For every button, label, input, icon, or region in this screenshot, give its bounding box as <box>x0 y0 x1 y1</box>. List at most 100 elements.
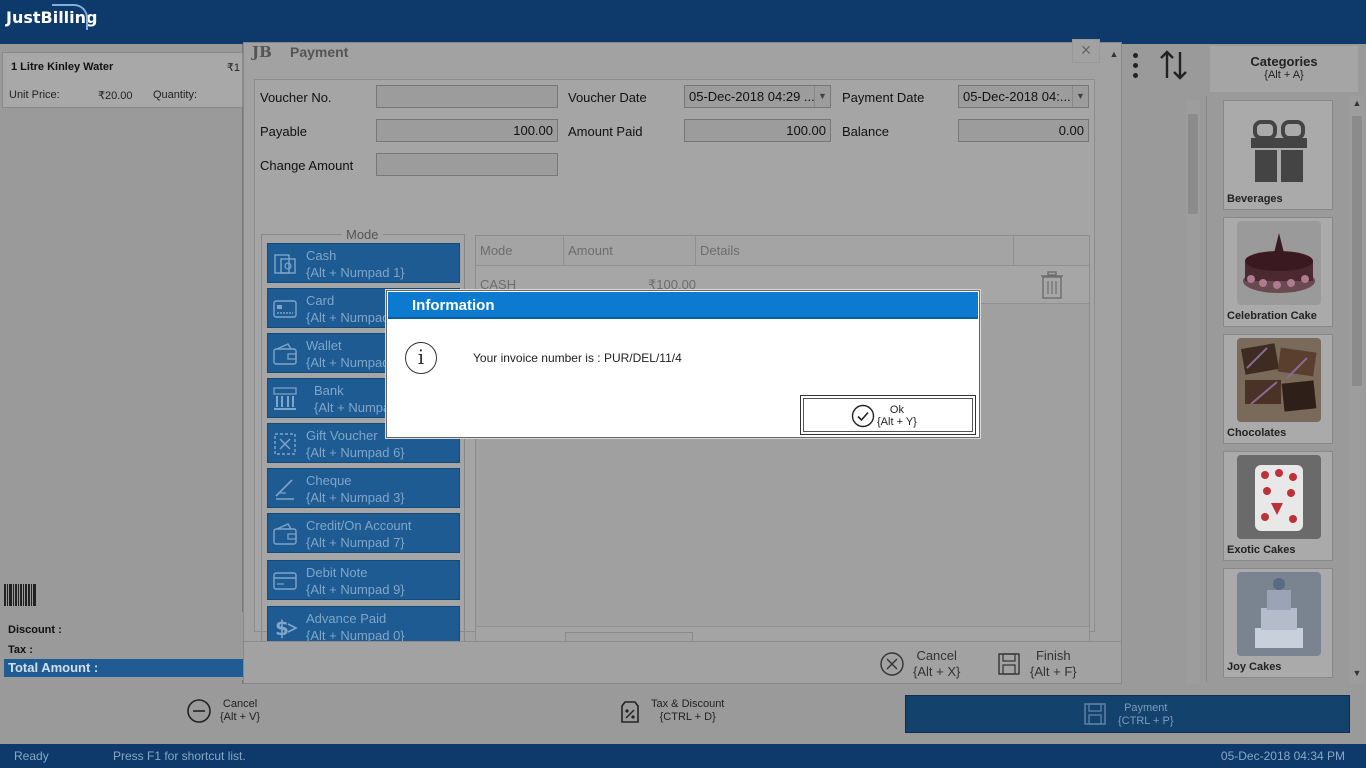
payment-date-picker[interactable]: 05-Dec-2018 04:... ▼ <box>958 85 1089 108</box>
category-label: Joy Cakes <box>1227 661 1282 673</box>
cancel-label: Cancel <box>916 648 957 663</box>
barcode-icon[interactable] <box>4 584 36 606</box>
category-scrollbar[interactable] <box>1186 100 1200 684</box>
scroll-down-icon[interactable]: ▼ <box>1350 668 1364 678</box>
amount-paid-label: Amount Paid <box>568 124 643 139</box>
finish-label: Finish <box>1035 648 1071 663</box>
categories-button[interactable]: Categories {Alt + A} <box>1210 46 1358 92</box>
save-icon <box>1084 703 1106 725</box>
category-card-chocolates[interactable]: Chocolates <box>1223 334 1333 444</box>
voucher-no-field[interactable] <box>376 85 558 108</box>
category-list-scrollbar[interactable]: ▲ ▼ <box>1350 96 1364 684</box>
payable-label: Payable <box>260 124 307 139</box>
mode-legend: Mode <box>342 227 383 242</box>
payment-titlebar: JB Payment × <box>244 39 1121 67</box>
cheque-icon <box>275 479 294 500</box>
voucher-date-value: 05-Dec-2018 04:29 ... <box>689 89 815 104</box>
balance-label: Balance <box>842 124 889 139</box>
gift-voucher-icon <box>274 433 296 455</box>
mode-label: Wallet <box>306 338 342 353</box>
wallet-icon <box>273 343 297 365</box>
payment-date-value: 05-Dec-2018 04:... <box>963 89 1071 104</box>
mode-label: Credit/On Account <box>306 518 412 533</box>
save-icon <box>998 653 1020 675</box>
discount-label: Discount : <box>8 624 62 636</box>
mode-credit-button[interactable]: Credit/On Account {Alt + Numpad 7} <box>267 513 460 553</box>
grid-header-mode: Mode <box>480 243 513 258</box>
scroll-up-icon[interactable]: ▲ <box>1350 98 1364 108</box>
bank-icon <box>273 387 297 410</box>
category-card-joy-cakes[interactable]: Joy Cakes <box>1223 568 1333 678</box>
status-hint: Press F1 for shortcut list. <box>113 749 246 763</box>
gift-icon <box>1251 120 1307 182</box>
app-header: JustBilling <box>0 0 1366 44</box>
scroll-up-icon[interactable]: ▲ <box>1107 49 1121 59</box>
voucher-no-label: Voucher No. <box>260 90 332 105</box>
payable-field[interactable]: 100.00 <box>376 119 558 142</box>
category-card-exotic-cakes[interactable]: Exotic Cakes <box>1223 451 1333 561</box>
grid-header: Mode Amount Details <box>476 236 1089 266</box>
cancel-button[interactable]: Cancel {Alt + X} <box>879 648 979 680</box>
tax-discount-shortcut: {CTRL + D} <box>659 711 716 723</box>
unit-price-label: Unit Price: <box>9 89 60 101</box>
category-card-beverages[interactable]: Beverages <box>1223 100 1333 210</box>
mode-cash-button[interactable]: Cash {Alt + Numpad 1} <box>267 243 460 283</box>
cancel-order-button[interactable]: Cancel {Alt + V} <box>0 694 452 734</box>
cart-item-total: ₹1 <box>226 62 240 74</box>
mode-debit-note-button[interactable]: Debit Note {Alt + Numpad 9} <box>267 560 460 600</box>
information-dialog: Information i Your invoice number is : P… <box>386 290 980 438</box>
status-bar: Ready Press F1 for shortcut list. 05-Dec… <box>0 744 1366 768</box>
ok-label: Ok <box>889 404 904 416</box>
mode-cheque-button[interactable]: Cheque {Alt + Numpad 3} <box>267 468 460 508</box>
minus-circle-icon <box>187 699 211 723</box>
cart-item-row[interactable]: 1 Litre Kinley Water ₹1 Unit Price: ₹20.… <box>2 52 243 108</box>
change-amount-field[interactable] <box>376 153 558 176</box>
grid-header-amount: Amount <box>568 243 613 258</box>
voucher-date-label: Voucher Date <box>568 90 647 105</box>
unit-price-value: ₹20.00 <box>98 90 133 102</box>
sort-icon[interactable] <box>1158 48 1190 90</box>
voucher-date-picker[interactable]: 05-Dec-2018 04:29 ... ▼ <box>684 85 831 108</box>
balance-field[interactable]: 0.00 <box>958 119 1089 142</box>
payment-shortcut: {CTRL + P} <box>1118 715 1174 727</box>
chevron-down-icon[interactable]: ▼ <box>814 86 830 107</box>
finish-shortcut: {Alt + F} <box>1030 664 1077 679</box>
cake-image <box>1237 455 1321 539</box>
cake-image <box>1237 221 1321 305</box>
status-ready: Ready <box>14 749 49 763</box>
category-label: Exotic Cakes <box>1227 544 1296 556</box>
tax-label: Tax : <box>8 644 33 656</box>
category-label: Celebration Cake <box>1227 310 1317 322</box>
close-icon[interactable]: × <box>1072 39 1100 63</box>
payment-title: Payment <box>290 44 349 60</box>
cart-item-name: 1 Litre Kinley Water <box>11 61 114 73</box>
debit-note-icon <box>273 572 297 590</box>
mode-advance-paid-button[interactable]: $ Advance Paid {Alt + Numpad 0} <box>267 606 460 646</box>
category-label: Chocolates <box>1227 427 1287 439</box>
finish-button[interactable]: Finish {Alt + F} <box>996 648 1096 680</box>
tax-discount-button[interactable]: Tax & Discount {CTRL + D} <box>455 694 900 734</box>
trash-icon[interactable] <box>1039 270 1065 300</box>
tax-discount-label: Tax & Discount <box>651 698 725 710</box>
advance-icon: $ <box>275 616 298 640</box>
ok-button[interactable]: Ok {Alt + Y} <box>800 395 976 435</box>
payment-button[interactable]: Payment {CTRL + P} <box>905 695 1350 733</box>
categories-shortcut: {Alt + A} <box>1264 69 1304 81</box>
more-options-icon[interactable] <box>1128 50 1142 84</box>
chevron-down-icon[interactable]: ▼ <box>1072 86 1088 107</box>
cancel-circle-icon <box>880 652 904 676</box>
cancel-order-label: Cancel <box>222 698 258 710</box>
mode-label: Cash <box>306 248 337 263</box>
ok-shortcut: {Alt + Y} <box>877 416 917 428</box>
mode-shortcut: {Alt + Numpad 3} <box>306 490 405 505</box>
info-icon: i <box>405 342 437 374</box>
tax-tag-icon <box>621 701 639 723</box>
dialog-scrollbar[interactable]: ▲ ▼ <box>1107 47 1121 683</box>
category-card-celebration-cake[interactable]: Celebration Cake <box>1223 217 1333 327</box>
mode-shortcut: {Alt + Numpad 6} <box>306 445 405 460</box>
cancel-shortcut: {Alt + X} <box>913 664 961 679</box>
amount-paid-field[interactable]: 100.00 <box>684 119 831 142</box>
chocolate-image <box>1237 338 1321 422</box>
card-icon <box>273 300 297 318</box>
payment-date-label: Payment Date <box>842 90 925 105</box>
